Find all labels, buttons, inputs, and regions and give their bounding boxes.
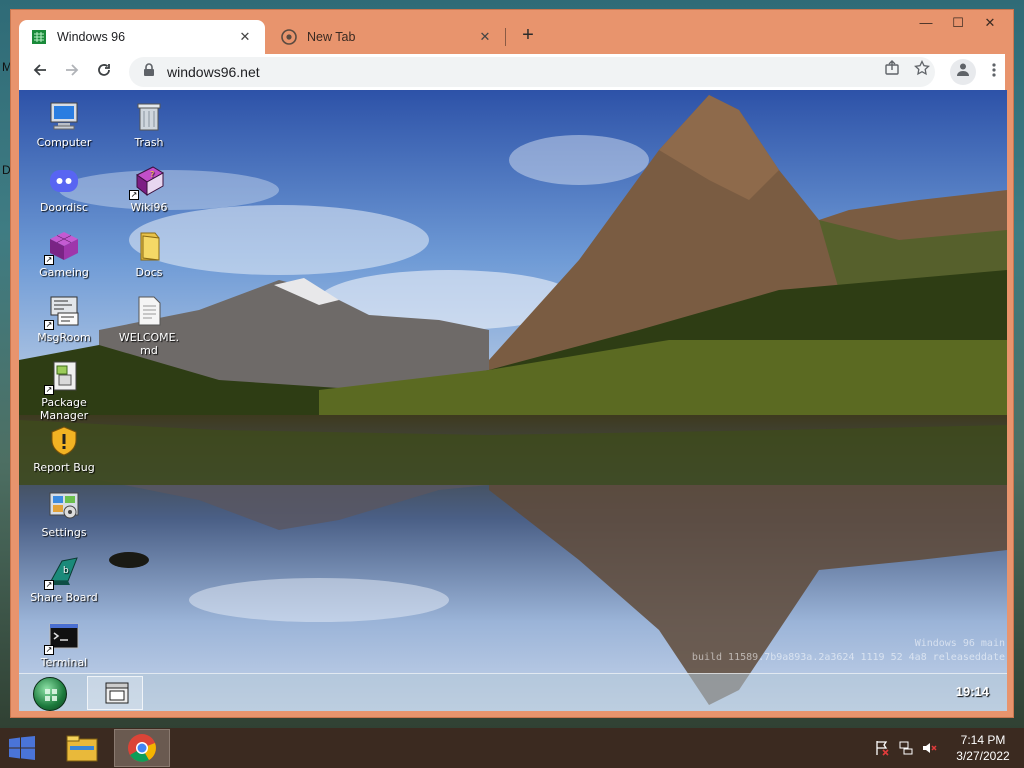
game-cube-icon: ↗ bbox=[44, 230, 80, 265]
desktop-icon-gameing[interactable]: ↗ Gameing bbox=[24, 230, 104, 279]
more-menu-icon[interactable] bbox=[985, 59, 1003, 85]
shortcut-arrow-icon: ↗ bbox=[44, 385, 54, 395]
address-bar[interactable]: windows96.net bbox=[129, 57, 935, 87]
tab-new-tab[interactable]: New Tab ✕ bbox=[269, 20, 505, 54]
profile-avatar-icon[interactable] bbox=[950, 59, 976, 85]
book-icon: ? ↗ bbox=[129, 165, 165, 200]
browser-toolbar: windows96.net bbox=[19, 54, 1005, 90]
share-board-icon: b ↗ bbox=[44, 555, 80, 590]
w96-taskbar-app-button[interactable] bbox=[87, 676, 143, 710]
w96-taskbar: 19:14 bbox=[19, 673, 1007, 711]
reload-button[interactable] bbox=[91, 59, 117, 85]
build-watermark-line-1: Windows 96 main bbox=[914, 638, 1005, 649]
page-viewport: Computer Trash Doordisc ? ↗ Wiki96 ↗ Gam… bbox=[19, 90, 1007, 711]
host-start-button[interactable] bbox=[8, 736, 36, 760]
chrome-icon bbox=[128, 734, 156, 762]
network-icon[interactable] bbox=[898, 740, 914, 756]
shortcut-arrow-icon: ↗ bbox=[129, 190, 139, 200]
new-tab-button[interactable]: + bbox=[516, 24, 540, 48]
svg-text:?: ? bbox=[150, 170, 154, 179]
tab-windows96[interactable]: Windows 96 ✕ bbox=[19, 20, 265, 54]
reload-icon bbox=[98, 64, 110, 76]
action-center-flag-icon[interactable] bbox=[874, 740, 890, 756]
desktop-icon-docs[interactable]: Docs bbox=[109, 230, 189, 279]
tab-close-icon[interactable]: ✕ bbox=[237, 29, 253, 45]
host-time: 7:14 PM bbox=[960, 733, 1006, 747]
tab-close-icon[interactable]: ✕ bbox=[477, 29, 493, 45]
host-chrome-button[interactable] bbox=[114, 729, 170, 767]
lock-icon bbox=[143, 62, 157, 82]
file-explorer-icon bbox=[66, 735, 98, 762]
desktop-icon-trash[interactable]: Trash bbox=[109, 100, 189, 149]
host-taskbar: 7:14 PM 3/27/2022 bbox=[0, 728, 1024, 768]
terminal-icon: ↗ bbox=[44, 620, 80, 655]
desktop-icon-settings[interactable]: Settings bbox=[24, 490, 104, 539]
shortcut-arrow-icon: ↗ bbox=[44, 320, 54, 330]
chat-icon: ↗ bbox=[44, 295, 80, 330]
desktop-icon-wiki96[interactable]: ? ↗ Wiki96 bbox=[109, 165, 189, 214]
desktop-icon-msgroom[interactable]: ↗ MsgRoom bbox=[24, 295, 104, 344]
forward-button[interactable] bbox=[59, 59, 85, 85]
desktop-icon-doordisc[interactable]: Doordisc bbox=[24, 165, 104, 214]
computer-icon bbox=[48, 100, 80, 132]
tab-separator bbox=[505, 28, 506, 46]
forward-arrow-icon bbox=[66, 64, 79, 76]
package-icon: ↗ bbox=[44, 360, 80, 395]
settings-icon bbox=[48, 490, 80, 522]
windows-logo-icon bbox=[9, 736, 35, 760]
volume-muted-icon[interactable] bbox=[921, 740, 937, 756]
desktop-icon-terminal[interactable]: ↗ Terminal bbox=[24, 620, 104, 669]
browser-window: Windows 96 ✕ New Tab ✕ + — ☐ ✕ windows96… bbox=[10, 9, 1014, 718]
w96-start-logo-icon bbox=[45, 689, 57, 701]
shortcut-arrow-icon: ↗ bbox=[44, 645, 54, 655]
shortcut-arrow-icon: ↗ bbox=[44, 255, 54, 265]
window-app-icon bbox=[105, 682, 129, 704]
svg-text:b: b bbox=[63, 566, 69, 576]
desktop-icon-share-board[interactable]: b ↗ Share Board bbox=[24, 555, 104, 604]
chrome-favicon-icon bbox=[281, 29, 297, 45]
discord-icon bbox=[48, 165, 80, 197]
host-date: 3/27/2022 bbox=[956, 749, 1010, 763]
w96-start-button[interactable] bbox=[33, 677, 67, 711]
host-clock[interactable]: 7:14 PM 3/27/2022 bbox=[948, 732, 1018, 764]
maximize-button[interactable]: ☐ bbox=[943, 12, 973, 34]
url-text: windows96.net bbox=[167, 64, 260, 80]
close-window-button[interactable]: ✕ bbox=[975, 12, 1005, 34]
warning-shield-icon bbox=[48, 425, 80, 457]
back-button[interactable] bbox=[27, 59, 53, 85]
trash-icon bbox=[133, 100, 165, 132]
back-arrow-icon bbox=[33, 64, 46, 76]
desktop-icon-welcome-md[interactable]: WELCOME. md bbox=[109, 295, 189, 357]
share-icon[interactable] bbox=[882, 60, 902, 80]
desktop-icon-computer[interactable]: Computer bbox=[24, 100, 104, 149]
desktop-icon-package-manager[interactable]: ↗ Package Manager bbox=[24, 360, 104, 422]
tab-label: Windows 96 bbox=[57, 30, 126, 44]
build-watermark-line-2: build 11589.7b9a893a.2a3624 1119 52 4a8 … bbox=[691, 652, 1005, 663]
document-icon bbox=[133, 295, 165, 327]
bookmark-star-icon[interactable] bbox=[912, 59, 932, 80]
tab-strip: Windows 96 ✕ New Tab ✕ + — ☐ ✕ bbox=[11, 10, 1013, 54]
host-file-explorer-button[interactable] bbox=[54, 729, 110, 767]
minimize-button[interactable]: — bbox=[911, 12, 941, 34]
shortcut-arrow-icon: ↗ bbox=[44, 580, 54, 590]
windows96-favicon-icon bbox=[31, 29, 47, 45]
tab-label: New Tab bbox=[307, 30, 356, 44]
folder-icon bbox=[133, 230, 165, 262]
desktop-icon-report-bug[interactable]: Report Bug bbox=[24, 425, 104, 474]
w96-clock: 19:14 bbox=[955, 684, 989, 699]
